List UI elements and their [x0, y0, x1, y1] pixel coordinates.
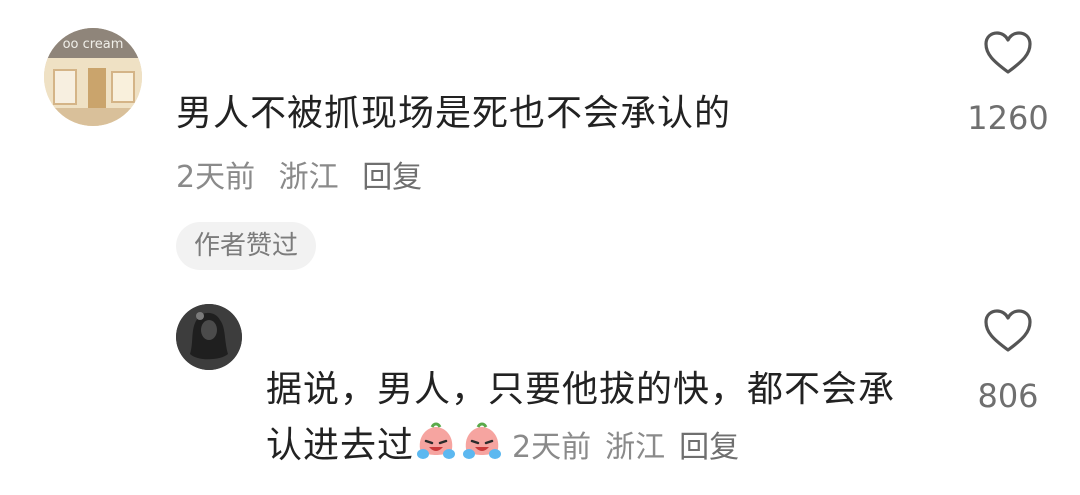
reply-button[interactable]: 回复	[679, 430, 739, 465]
like-count: 806	[977, 377, 1039, 415]
avatar[interactable]: oo cream	[44, 28, 142, 126]
comment-item: oo cream 男人不被抓现场是死也不会承认的 2天前 浙江 回复 作者赞过 …	[0, 0, 1080, 290]
like-button[interactable]: 1260	[948, 30, 1068, 138]
heart-icon	[984, 309, 1032, 352]
comment-meta: 2天前 浙江 回复	[176, 158, 436, 198]
comment-text: 男人不被抓现场是死也不会承认的	[176, 93, 732, 134]
comment-text-line-1: 据说，男人，只要他拔的快，都不会承	[266, 369, 896, 410]
crying-laugh-emoji-icon	[463, 422, 502, 459]
comment-time: 2天前	[512, 430, 592, 465]
like-count: 1260	[967, 99, 1049, 137]
comment-text-line-2: 认进去过 2天前 浙江 回复	[266, 418, 946, 476]
svg-text:oo cream: oo cream	[63, 37, 124, 52]
comment-text: 据说，男人，只要他拔的快，都不会承 认进去过 2天前 浙江 回复	[266, 362, 946, 476]
avatar-image	[176, 304, 242, 370]
comment-location: 浙江	[278, 160, 339, 195]
avatar-image: oo cream	[44, 28, 142, 126]
crying-laugh-emoji-icon	[417, 422, 456, 459]
reply-button[interactable]: 回复	[362, 160, 422, 195]
like-button[interactable]: 806	[948, 308, 1068, 416]
avatar[interactable]	[176, 304, 242, 370]
heart-icon	[984, 31, 1032, 74]
comment-text-line-2-content: 认进去过	[266, 425, 415, 466]
author-liked-badge: 作者赞过	[176, 222, 317, 270]
comment-location: 浙江	[605, 430, 666, 465]
comment-meta: 2天前 浙江 回复	[512, 430, 753, 465]
reply-comment-item: 据说，男人，只要他拔的快，都不会承 认进去过 2天前 浙江 回复 806	[0, 290, 1080, 495]
comment-time: 2天前	[176, 160, 256, 195]
